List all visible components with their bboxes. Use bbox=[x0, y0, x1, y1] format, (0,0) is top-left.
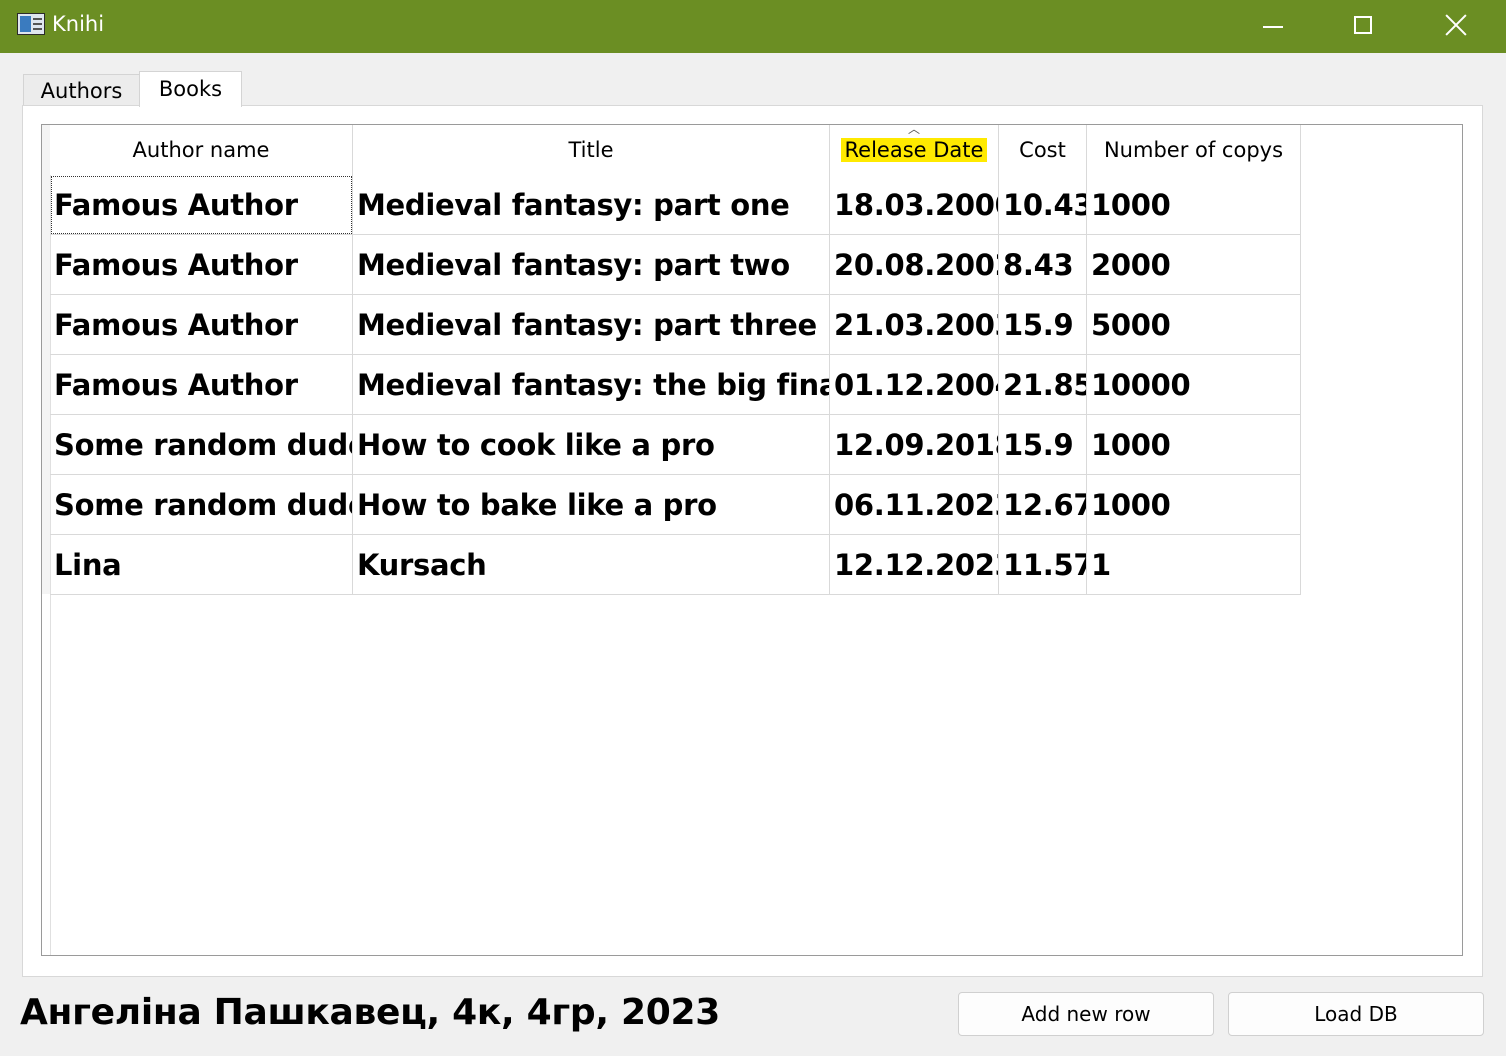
cell-cost[interactable]: 15.9 bbox=[999, 295, 1087, 355]
cell-title[interactable]: Kursach bbox=[353, 535, 830, 595]
cell-copies[interactable]: 2000 bbox=[1087, 235, 1301, 295]
book-app-icon bbox=[17, 13, 45, 35]
column-header-title[interactable]: Title bbox=[353, 125, 830, 175]
tab-authors[interactable]: Authors bbox=[23, 74, 140, 106]
cell-author[interactable]: Famous Author bbox=[50, 295, 353, 355]
title-bar[interactable]: Knihi bbox=[0, 0, 1506, 53]
cell-title[interactable]: Medieval fantasy: part one bbox=[353, 175, 830, 235]
cell-author[interactable]: Famous Author bbox=[50, 235, 353, 295]
cell-release-date[interactable]: 12.09.2018 bbox=[830, 415, 999, 475]
cell-release-date[interactable]: 21.03.2003 bbox=[830, 295, 999, 355]
cell-copies[interactable]: 10000 bbox=[1087, 355, 1301, 415]
cell-cost[interactable]: 15.9 bbox=[999, 415, 1087, 475]
cell-release-date[interactable]: 12.12.2023 bbox=[830, 535, 999, 595]
cell-copies[interactable]: 1000 bbox=[1087, 415, 1301, 475]
load-db-button[interactable]: Load DB bbox=[1228, 992, 1484, 1036]
column-header-author-name[interactable]: Author name bbox=[50, 125, 353, 175]
cell-cost[interactable]: 8.43 bbox=[999, 235, 1087, 295]
cell-author[interactable]: Famous Author bbox=[50, 175, 353, 235]
cell-title[interactable]: Medieval fantasy: the big finale bbox=[353, 355, 830, 415]
cell-author[interactable]: Some random dude bbox=[50, 475, 353, 535]
column-header-release-date[interactable]: ︿ Release Date bbox=[830, 125, 999, 175]
cell-copies[interactable]: 1 bbox=[1087, 535, 1301, 595]
cell-cost[interactable]: 11.57 bbox=[999, 535, 1087, 595]
tab-books[interactable]: Books bbox=[139, 71, 242, 107]
cell-cost[interactable]: 10.43 bbox=[999, 175, 1087, 235]
cell-copies[interactable]: 5000 bbox=[1087, 295, 1301, 355]
column-header-number-of-copys[interactable]: Number of copys bbox=[1087, 125, 1301, 175]
cell-title[interactable]: How to bake like a pro bbox=[353, 475, 830, 535]
window-title: Knihi bbox=[52, 12, 105, 36]
highlighted-header-label: Release Date bbox=[840, 138, 988, 162]
sort-ascending-icon: ︿ bbox=[908, 124, 921, 136]
cell-release-date[interactable]: 06.11.2023 bbox=[830, 475, 999, 535]
cell-copies[interactable]: 1000 bbox=[1087, 475, 1301, 535]
cell-release-date[interactable]: 01.12.2004 bbox=[830, 355, 999, 415]
close-button[interactable] bbox=[1410, 0, 1502, 53]
cell-title[interactable]: Medieval fantasy: part two bbox=[353, 235, 830, 295]
credit-label: Ангеліна Пашкавец, 4к, 4гр, 2023 bbox=[20, 992, 720, 1033]
cell-copies[interactable]: 1000 bbox=[1087, 175, 1301, 235]
maximize-icon bbox=[1354, 16, 1372, 34]
cell-author[interactable]: Some random dude bbox=[50, 415, 353, 475]
cell-cost[interactable]: 12.67 bbox=[999, 475, 1087, 535]
minimize-button[interactable] bbox=[1227, 0, 1319, 53]
maximize-button[interactable] bbox=[1317, 0, 1409, 53]
cell-release-date[interactable]: 18.03.2000 bbox=[830, 175, 999, 235]
cell-title[interactable]: How to cook like a pro bbox=[353, 415, 830, 475]
cell-release-date[interactable]: 20.08.2002 bbox=[830, 235, 999, 295]
add-new-row-button[interactable]: Add new row bbox=[958, 992, 1214, 1036]
cell-title[interactable]: Medieval fantasy: part three bbox=[353, 295, 830, 355]
minimize-icon bbox=[1263, 26, 1283, 28]
cell-author[interactable]: Lina bbox=[50, 535, 353, 595]
books-table[interactable]: Author name Title ︿ Release Date Cost Nu… bbox=[41, 124, 1463, 956]
close-icon bbox=[1444, 13, 1468, 37]
column-header-cost[interactable]: Cost bbox=[999, 125, 1087, 175]
cell-author[interactable]: Famous Author bbox=[50, 355, 353, 415]
cell-cost[interactable]: 21.85 bbox=[999, 355, 1087, 415]
